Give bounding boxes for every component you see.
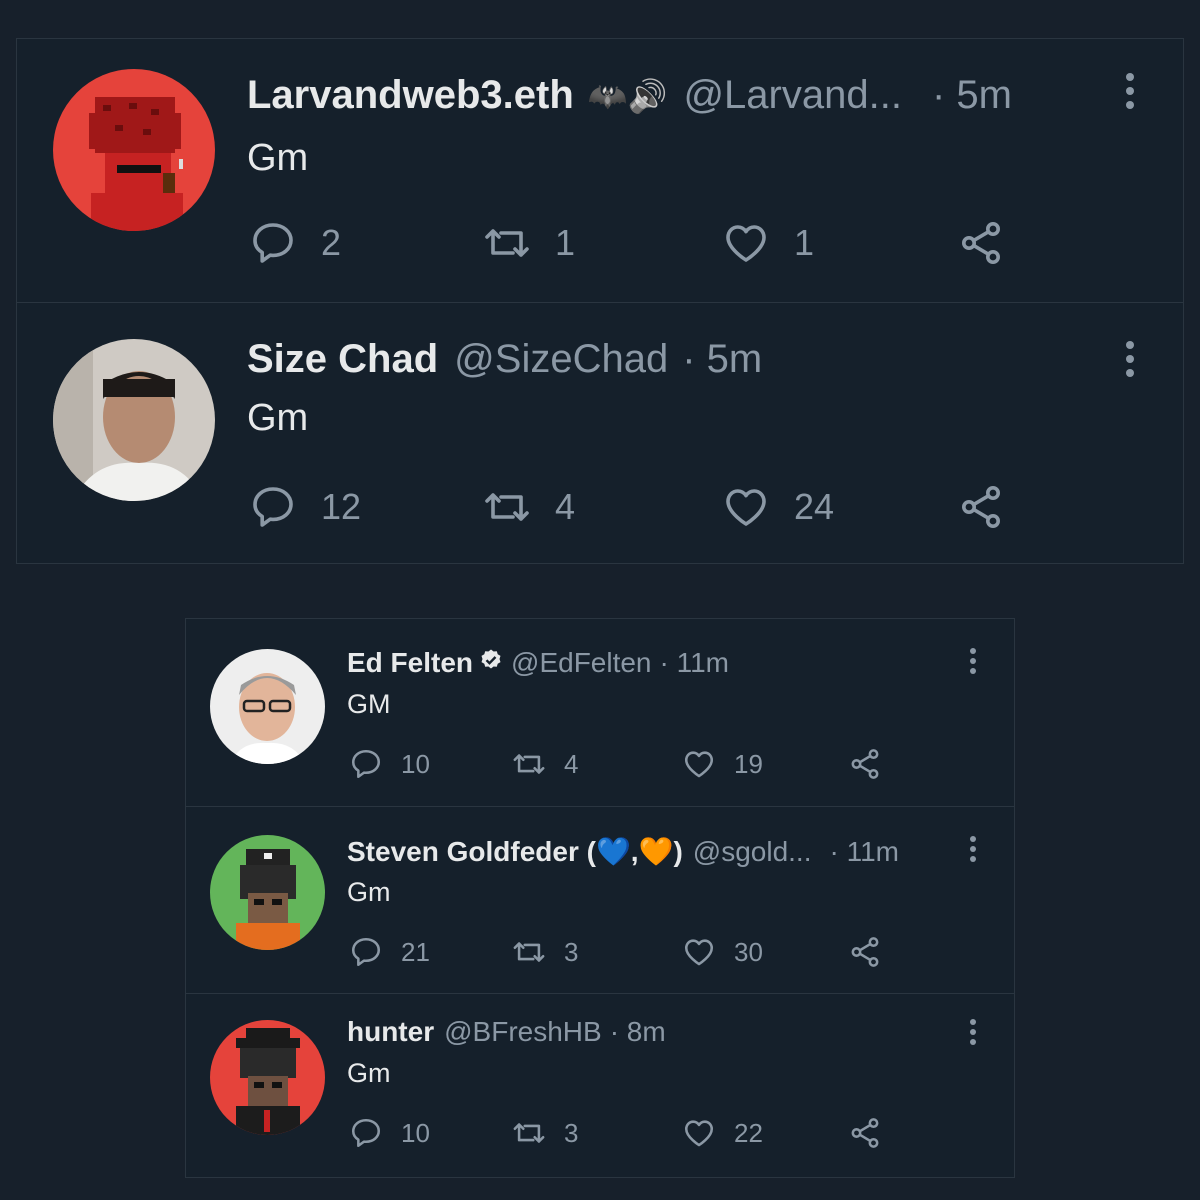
reply-count: 10	[401, 1117, 430, 1148]
reply-button[interactable]: 2	[249, 219, 341, 267]
like-button[interactable]: 30	[682, 935, 763, 969]
like-icon	[726, 489, 766, 526]
reply-icon	[351, 1118, 381, 1148]
timestamp[interactable]: · 11m	[660, 647, 730, 679]
like-button[interactable]: 19	[682, 747, 763, 781]
timestamp[interactable]: · 11m	[829, 836, 899, 868]
share-button[interactable]	[848, 1116, 900, 1150]
reply-button[interactable]: 12	[249, 483, 361, 531]
reply-icon	[351, 937, 381, 967]
avatar[interactable]	[210, 835, 325, 950]
avatar[interactable]	[53, 339, 215, 501]
share-button[interactable]	[957, 483, 1029, 531]
handle[interactable]: @SizeChad	[454, 337, 668, 382]
reply-button[interactable]: 21	[349, 935, 430, 969]
like-count: 19	[734, 748, 763, 779]
like-icon	[684, 939, 714, 966]
handle[interactable]: @Larvand...	[683, 73, 902, 118]
share-icon	[851, 1118, 879, 1148]
tweet[interactable]: Larvandweb3.eth 🦇🔊 @Larvand... · 5m Gm 2…	[17, 39, 1183, 302]
more-icon[interactable]	[968, 1018, 978, 1051]
tweet[interactable]: Ed Felten @EdFelten · 11m GM 10 4 19	[186, 619, 1014, 806]
tweet-text: Gm	[247, 397, 309, 439]
retweet-icon	[513, 754, 545, 774]
display-name[interactable]: Size Chad	[247, 337, 438, 382]
like-icon	[684, 1120, 714, 1147]
retweet-icon	[513, 942, 545, 962]
retweet-button[interactable]: 3	[512, 1116, 578, 1150]
retweet-count: 4	[555, 486, 576, 527]
retweet-icon	[485, 229, 529, 257]
retweet-button[interactable]: 4	[483, 483, 575, 531]
tweet[interactable]: Steven Goldfeder (💙,🧡) @sgold... · 11m G…	[186, 806, 1014, 993]
avatar[interactable]	[210, 1020, 325, 1135]
avatar[interactable]	[210, 649, 325, 764]
share-button[interactable]	[848, 935, 900, 969]
like-count: 1	[794, 222, 815, 263]
reply-button[interactable]: 10	[349, 747, 430, 781]
reply-icon	[253, 223, 293, 263]
timeline-panel-top: Larvandweb3.eth 🦇🔊 @Larvand... · 5m Gm 2…	[16, 38, 1184, 564]
retweet-count: 3	[564, 936, 579, 967]
retweet-count: 1	[555, 222, 576, 263]
like-button[interactable]: 1	[722, 219, 814, 267]
tweet-text: Gm	[347, 1058, 391, 1088]
like-button[interactable]: 22	[682, 1116, 763, 1150]
more-icon[interactable]	[968, 647, 978, 680]
display-name[interactable]: Ed Felten	[347, 647, 473, 679]
reply-count: 10	[401, 748, 430, 779]
handle[interactable]: @EdFelten	[511, 647, 652, 679]
timeline-panel-bottom: Ed Felten @EdFelten · 11m GM 10 4 19 Ste…	[185, 618, 1015, 1178]
share-icon	[962, 486, 1000, 528]
more-icon[interactable]	[1122, 339, 1138, 384]
retweet-count: 3	[564, 1117, 579, 1148]
handle[interactable]: @sgold...	[693, 836, 812, 868]
reply-button[interactable]: 10	[349, 1116, 430, 1150]
share-button[interactable]	[848, 747, 900, 781]
tweet-text: Gm	[347, 877, 391, 907]
display-name[interactable]: Steven Goldfeder (💙,🧡)	[347, 835, 683, 868]
retweet-button[interactable]: 3	[512, 935, 578, 969]
retweet-button[interactable]: 1	[483, 219, 575, 267]
more-icon[interactable]	[968, 835, 978, 868]
display-name[interactable]: hunter	[347, 1016, 434, 1048]
display-name[interactable]: Larvandweb3.eth	[247, 73, 574, 118]
retweet-icon	[513, 1123, 545, 1143]
share-button[interactable]	[957, 219, 1029, 267]
share-icon	[962, 222, 1000, 264]
reply-count: 2	[321, 222, 342, 263]
tweet[interactable]: Size Chad @SizeChad · 5m Gm 12 4 24	[17, 302, 1183, 565]
reply-icon	[253, 487, 293, 527]
timestamp[interactable]: · 8m	[610, 1016, 666, 1048]
share-icon	[851, 937, 879, 967]
retweet-count: 4	[564, 748, 579, 779]
tweet-text: Gm	[247, 137, 309, 179]
verified-icon	[479, 647, 503, 679]
like-button[interactable]: 24	[722, 483, 834, 531]
share-icon	[851, 749, 879, 779]
retweet-button[interactable]: 4	[512, 747, 578, 781]
timestamp[interactable]: · 5m	[682, 337, 762, 382]
timestamp[interactable]: · 5m	[932, 73, 1012, 118]
reply-count: 12	[321, 486, 362, 527]
reply-icon	[351, 749, 381, 779]
like-icon	[684, 751, 714, 778]
reply-count: 21	[401, 936, 430, 967]
like-icon	[726, 225, 766, 262]
more-icon[interactable]	[1122, 71, 1138, 116]
name-emoji: 🦇🔊	[587, 77, 668, 114]
tweet[interactable]: hunter @BFreshHB · 8m Gm 10 3 22	[186, 993, 1014, 1180]
retweet-icon	[485, 493, 529, 521]
like-count: 22	[734, 1117, 763, 1148]
like-count: 30	[734, 936, 763, 967]
handle[interactable]: @BFreshHB	[444, 1016, 602, 1048]
like-count: 24	[794, 486, 835, 527]
avatar[interactable]	[53, 69, 215, 231]
tweet-text: GM	[347, 689, 391, 719]
